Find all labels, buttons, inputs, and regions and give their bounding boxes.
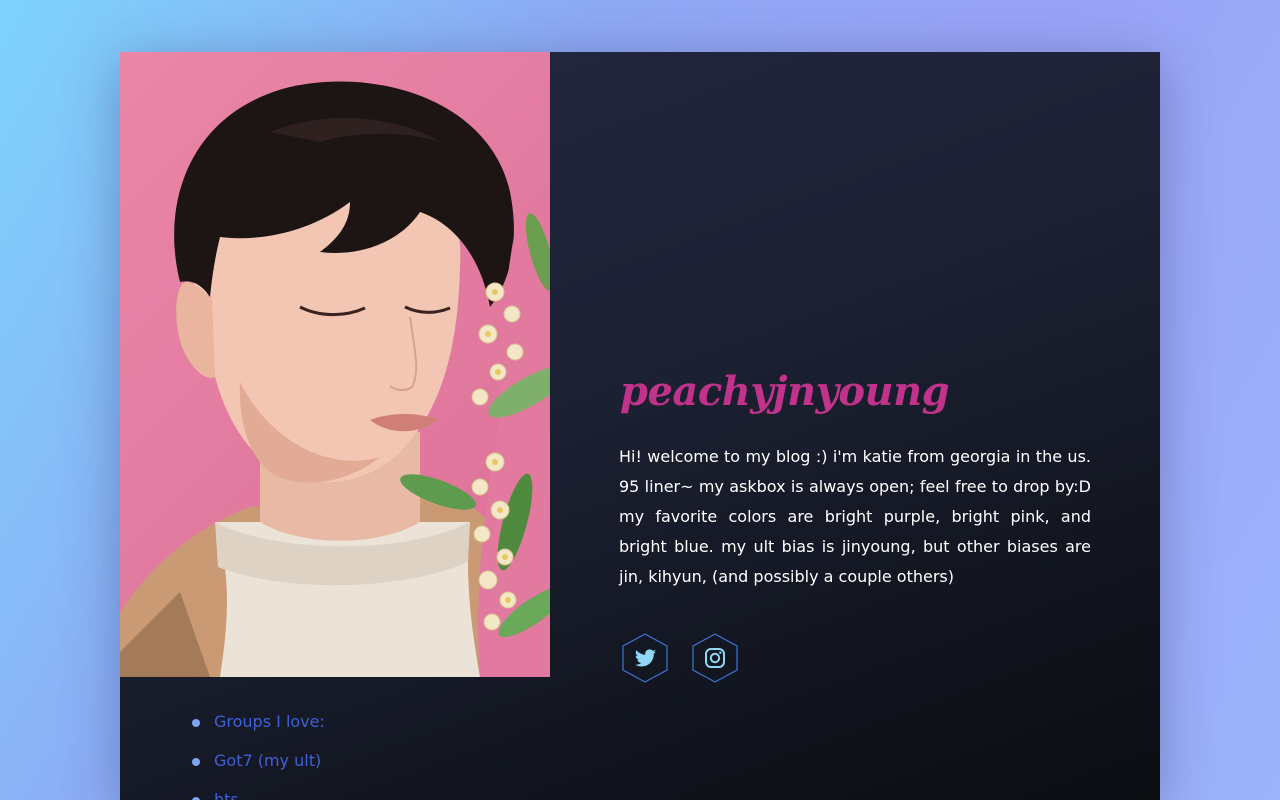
list-item: Got7 (my ult) <box>192 748 325 787</box>
profile-card: Groups I love: Got7 (my ult) bts peachyj… <box>120 52 1160 800</box>
instagram-icon <box>692 633 738 683</box>
portrait-illustration <box>120 81 550 677</box>
bullet-icon <box>192 758 200 766</box>
blog-bio: Hi! welcome to my blog :) i'm katie from… <box>619 447 1091 586</box>
twitter-link[interactable] <box>621 632 669 684</box>
instagram-link[interactable] <box>691 632 739 684</box>
list-item: Groups I love: <box>192 709 325 748</box>
blog-title: peachyjnyoung <box>620 368 950 415</box>
list-item: bts <box>192 787 325 800</box>
list-item-label: Got7 (my ult) <box>214 751 322 770</box>
list-item-label: Groups I love: <box>214 712 325 731</box>
twitter-icon <box>622 633 668 683</box>
bullet-icon <box>192 719 200 727</box>
groups-list: Groups I love: Got7 (my ult) bts <box>192 709 325 800</box>
profile-photo <box>120 52 550 677</box>
list-item-label: bts <box>214 790 239 800</box>
